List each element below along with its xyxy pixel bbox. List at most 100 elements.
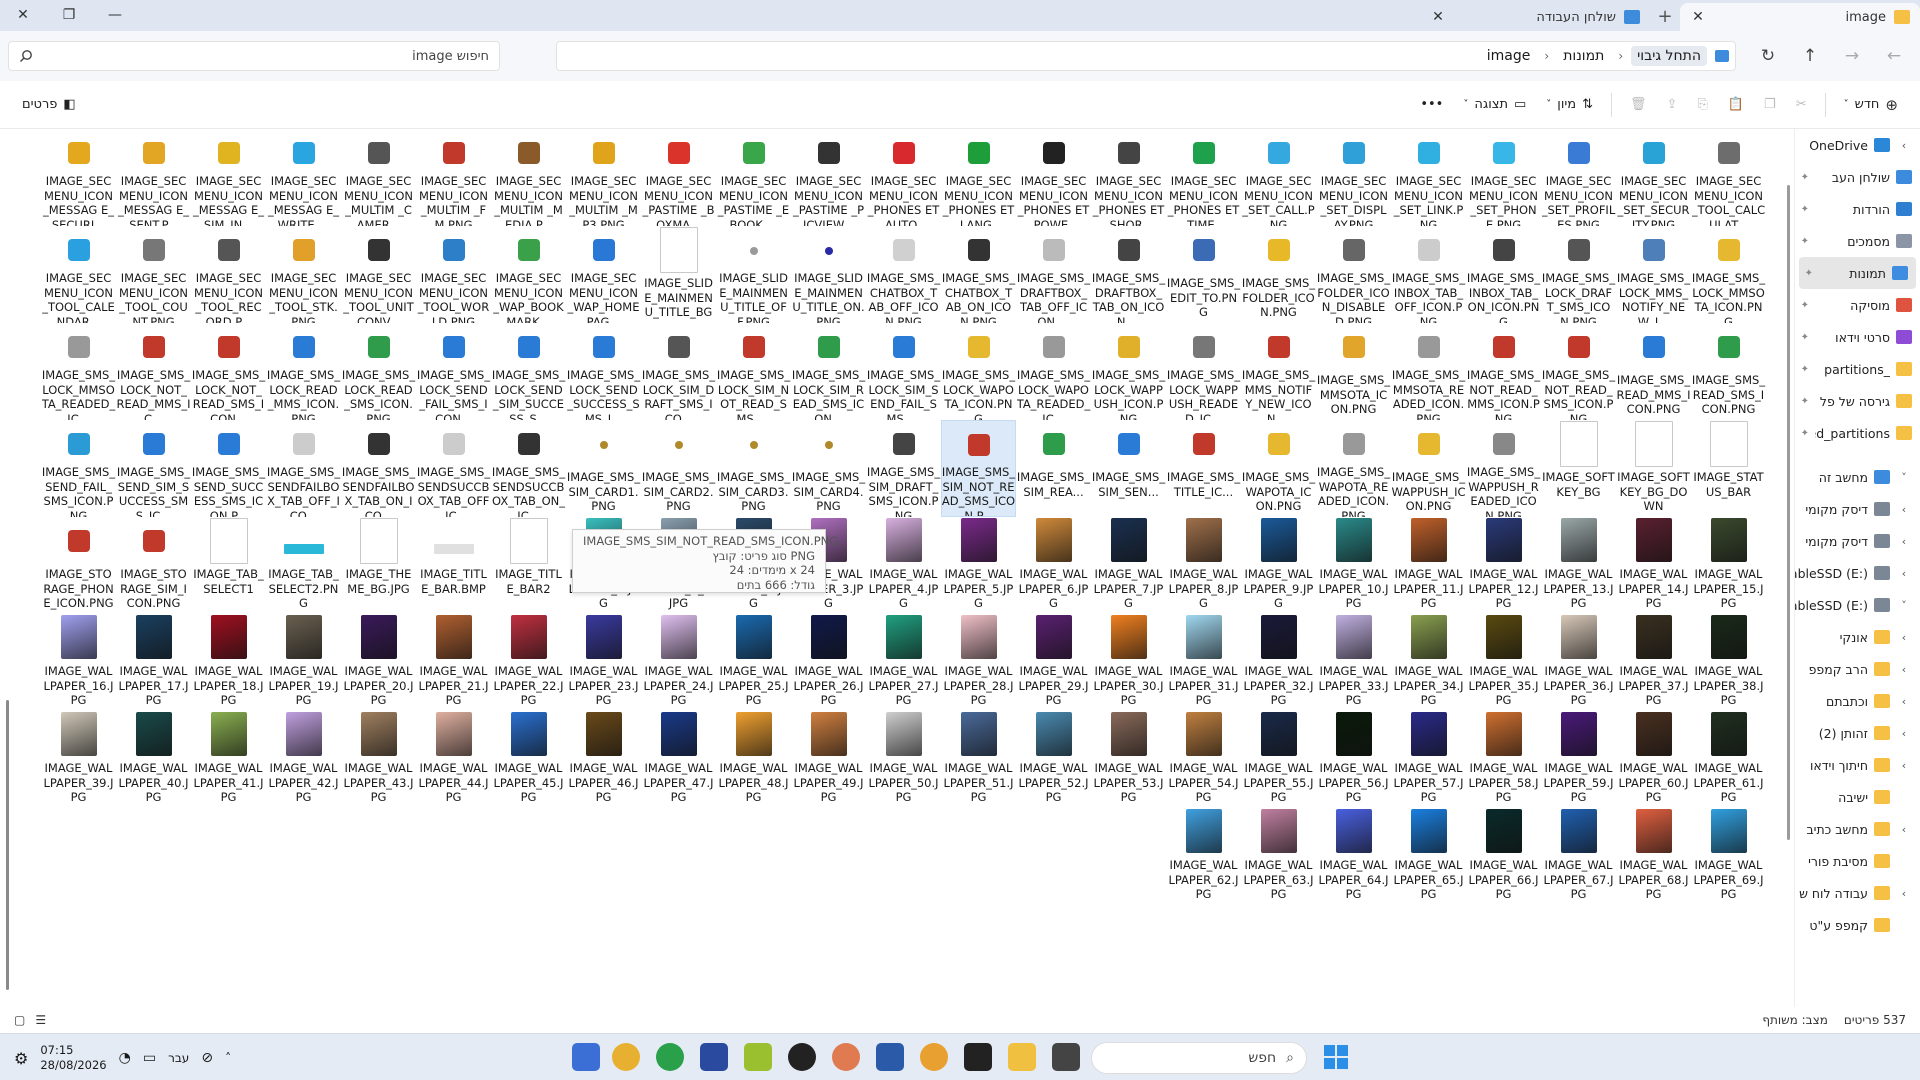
file-item[interactable]: IMAGE_SMS_LOCK_SEND_SIM_SUCCESS_S...: [491, 323, 566, 420]
file-item[interactable]: IMAGE_SECMENU_ICON_TOOL_STK.PNG: [266, 226, 341, 323]
app-icon[interactable]: [744, 1043, 772, 1071]
file-item[interactable]: IMAGE_WALLPAPER_37.JPG: [1616, 614, 1691, 711]
address-bar[interactable]: התחל גיבוי ‹ תמונות ‹ image: [556, 41, 1736, 71]
file-item[interactable]: IMAGE_SMS_LOCK_WAPPUSH_ICON.PNG: [1091, 323, 1166, 420]
sidebar-item[interactable]: הורדות ✦: [1795, 193, 1920, 225]
file-item[interactable]: IMAGE_SECMENU_ICON_TOOL_WORLD.PNG: [416, 226, 491, 323]
file-item[interactable]: IMAGE_SECMENU_ICON_PASTIME _EBOOK....: [716, 129, 791, 226]
app-icon[interactable]: [612, 1043, 640, 1071]
sidebar-item[interactable]: › זהותן (2): [1795, 717, 1920, 749]
up-button[interactable]: ↑: [1792, 40, 1828, 72]
chevron-icon[interactable]: ›: [1896, 567, 1912, 580]
file-item[interactable]: IMAGE_SMS_NOT_READ_SMS_ICON.PNG: [1541, 323, 1616, 420]
new-tab-button[interactable]: +: [1650, 6, 1680, 31]
file-item[interactable]: IMAGE_WALLPAPER_35.JPG: [1466, 614, 1541, 711]
file-item[interactable]: IMAGE_SMS_MMSOTA_ICON.PNG: [1316, 323, 1391, 420]
file-item[interactable]: IMAGE_SECMENU_ICON_PASTIME _PICVIEW...: [791, 129, 866, 226]
file-item[interactable]: IMAGE_TAB_SELECT2.PNG: [266, 517, 341, 614]
file-item[interactable]: IMAGE_WALLPAPER_58.JPG: [1466, 711, 1541, 808]
sidebar-item[interactable]: ˅ מחשב זה: [1795, 461, 1920, 493]
file-item[interactable]: IMAGE_SMS_SIM_CARD1.PNG: [566, 420, 641, 517]
start-button[interactable]: [1322, 1043, 1350, 1071]
breadcrumb-backup[interactable]: התחל גיבוי: [1631, 46, 1707, 66]
file-item[interactable]: IMAGE_SLIDE_MAINMENU_TITLE_BG: [641, 226, 716, 323]
details-button[interactable]: ◧ פרטים: [14, 89, 84, 121]
file-item[interactable]: IMAGE_WALLPAPER_46.JPG: [566, 711, 641, 808]
chevron-icon[interactable]: ›: [1896, 727, 1912, 740]
language-indicator[interactable]: עבר: [168, 1051, 189, 1065]
file-item[interactable]: IMAGE_SMS_SIM_CARD3.PNG: [716, 420, 791, 517]
file-item[interactable]: IMAGE_WALLPAPER_7.JPG: [1091, 517, 1166, 614]
file-item[interactable]: IMAGE_SMS_CHATBOX_TAB_ON_ICON.PNG: [941, 226, 1016, 323]
search-box[interactable]: חיפוש image: [8, 41, 500, 71]
file-item[interactable]: IMAGE_SMS_LOCK_READ_MMS_ICON.PNG: [266, 323, 341, 420]
file-item[interactable]: IMAGE_SMS_EDIT_TO.PNG: [1166, 226, 1241, 323]
file-item[interactable]: IMAGE_SECMENU_ICON_WAP_BOOKMARK...: [491, 226, 566, 323]
file-item[interactable]: IMAGE_SMS_LOCK_MMS_NOTIFY_NEW_I...: [1616, 226, 1691, 323]
file-item[interactable]: IMAGE_WALLPAPER_64.JPG: [1316, 808, 1391, 905]
sidebar-item[interactable]: _partitions ✦: [1795, 353, 1920, 385]
file-item[interactable]: IMAGE_SMS_TITLE_IC...: [1166, 420, 1241, 517]
file-item[interactable]: IMAGE_SECMENU_ICON_PHONES ET_SHOR...: [1091, 129, 1166, 226]
sidebar-item[interactable]: › אונקי: [1795, 621, 1920, 653]
file-item[interactable]: IMAGE_SMS_LOCK_MMSOTA_READED_IC...: [41, 323, 116, 420]
file-item[interactable]: IMAGE_WALLPAPER_21.JPG: [416, 614, 491, 711]
file-item[interactable]: IMAGE_WALLPAPER_50.JPG: [866, 711, 941, 808]
file-item[interactable]: IMAGE_SMS_SEND_FAIL_SMS_ICON.PNG: [41, 420, 116, 517]
file-item[interactable]: IMAGE_SMS_LOCK_SIM_DRAFT_SMS_ICO...: [641, 323, 716, 420]
sidebar-item[interactable]: › דיסק מקומי: [1795, 493, 1920, 525]
close-window-button[interactable]: ✕: [0, 0, 46, 30]
file-item[interactable]: IMAGE_WALLPAPER_40.JPG: [116, 711, 191, 808]
file-item[interactable]: IMAGE_SMS_READ_MMS_ICON.PNG: [1616, 323, 1691, 420]
file-item[interactable]: IMAGE_WALLPAPER_45.JPG: [491, 711, 566, 808]
file-item[interactable]: IMAGE_WALLPAPER_29.JPG: [1016, 614, 1091, 711]
sidebar-item[interactable]: ed_partitions ✦: [1795, 417, 1920, 449]
file-item[interactable]: IMAGE_SECMENU_ICON_SET_PHONE.PNG: [1466, 129, 1541, 226]
file-item[interactable]: IMAGE_SECMENU_ICON_MESSAG E_SIM_IN...: [191, 129, 266, 226]
file-item[interactable]: IMAGE_SMS_LOCK_MMSOTA_ICON.PNG: [1691, 226, 1766, 323]
sidebar-item[interactable]: גירסה של פל ✦: [1795, 385, 1920, 417]
back-button[interactable]: ←: [1876, 40, 1912, 72]
file-item[interactable]: IMAGE_WALLPAPER_54.JPG: [1166, 711, 1241, 808]
breadcrumb-pictures[interactable]: תמונות: [1557, 46, 1610, 66]
share-button[interactable]: ⇪: [1659, 89, 1686, 121]
file-item[interactable]: IMAGE_SECMENU_ICON_WAP_HOMEPAG...: [566, 226, 641, 323]
file-item[interactable]: IMAGE_SMS_INBOX_TAB_OFF_ICON.PNG: [1391, 226, 1466, 323]
terminal-icon[interactable]: [964, 1043, 992, 1071]
file-item[interactable]: IMAGE_WALLPAPER_22.JPG: [491, 614, 566, 711]
sidebar-item[interactable]: › דיסק מקומי: [1795, 525, 1920, 557]
file-item[interactable]: IMAGE_SMS_LOCK_NOT_READ_SMS_ICON...: [191, 323, 266, 420]
file-item[interactable]: IMAGE_SECMENU_ICON_PASTIME _BOXMA...: [641, 129, 716, 226]
file-item[interactable]: IMAGE_WALLPAPER_13.JPG: [1541, 517, 1616, 614]
file-item[interactable]: IMAGE_WALLPAPER_11.JPG: [1391, 517, 1466, 614]
cut-button[interactable]: ✂: [1788, 89, 1815, 121]
forward-button[interactable]: →: [1834, 40, 1870, 72]
file-item[interactable]: IMAGE_STORAGE_PHONE_ICON.PNG: [41, 517, 116, 614]
file-item[interactable]: IMAGE_SMS_LOCK_SIM_NOT_READ_SMS_...: [716, 323, 791, 420]
network-off-icon[interactable]: ⊘: [201, 1050, 213, 1066]
file-explorer-icon[interactable]: [1008, 1043, 1036, 1071]
sort-button[interactable]: ⇅ מיון ˅: [1538, 89, 1601, 121]
file-item[interactable]: IMAGE_WALLPAPER_53.JPG: [1091, 711, 1166, 808]
file-item[interactable]: IMAGE_WALLPAPER_49.JPG: [791, 711, 866, 808]
file-item[interactable]: IMAGE_SMS_SIM_DRAFT_SMS_ICON.PNG: [866, 420, 941, 517]
file-item[interactable]: IMAGE_SMS_MMS_NOTIFY_NEW_ICON....: [1241, 323, 1316, 420]
breadcrumb-image[interactable]: image: [1481, 46, 1537, 66]
file-item[interactable]: IMAGE_WALLPAPER_26.JPG: [791, 614, 866, 711]
file-item[interactable]: IMAGE_SMS_NOT_READ_MMS_ICON.PNG: [1466, 323, 1541, 420]
left-scroll-indicator[interactable]: [6, 700, 9, 990]
settings-icon[interactable]: ⚙: [14, 1049, 28, 1068]
chevron-icon[interactable]: ›: [1896, 663, 1912, 676]
tab-close-icon[interactable]: ✕: [1430, 9, 1446, 25]
chrome-icon[interactable]: [920, 1043, 948, 1071]
tiles-view-icon[interactable]: ▢: [14, 1013, 25, 1027]
vertical-scrollbar[interactable]: [1786, 135, 1792, 995]
file-item[interactable]: IMAGE_SMS_SENDFAILBOX_TAB_OFF_ICO...: [266, 420, 341, 517]
chrome-icon[interactable]: [656, 1043, 684, 1071]
sidebar-item[interactable]: › ableSSD (E:): [1795, 557, 1920, 589]
claude-icon[interactable]: [832, 1043, 860, 1071]
file-item[interactable]: IMAGE_WALLPAPER_23.JPG: [566, 614, 641, 711]
scrollbar-thumb[interactable]: [1787, 185, 1790, 840]
file-item[interactable]: IMAGE_WALLPAPER_68.JPG: [1616, 808, 1691, 905]
file-item[interactable]: IMAGE_WALLPAPER_67.JPG: [1541, 808, 1616, 905]
